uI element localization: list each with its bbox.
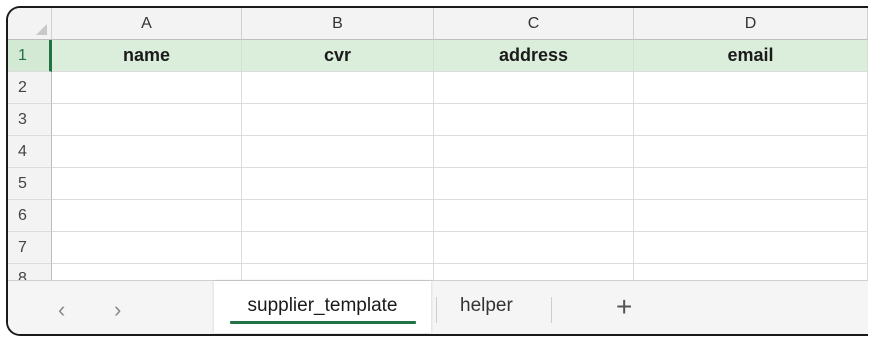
chevron-left-icon[interactable]: ‹	[58, 297, 65, 323]
cell-c1[interactable]: address	[434, 40, 634, 72]
table-row: 2	[8, 72, 868, 104]
column-header-row: A B C D	[8, 8, 868, 40]
row-header[interactable]: 5	[8, 168, 52, 200]
cell[interactable]	[52, 72, 242, 104]
select-all-icon	[36, 24, 47, 35]
cell[interactable]	[634, 264, 868, 280]
cell[interactable]	[242, 264, 434, 280]
cell[interactable]	[434, 104, 634, 136]
table-row: 3	[8, 104, 868, 136]
cell-d1[interactable]: email	[634, 40, 868, 72]
table-row: 4	[8, 136, 868, 168]
cell[interactable]	[242, 232, 434, 264]
row-header[interactable]: 6	[8, 200, 52, 232]
tab-separator	[436, 297, 437, 323]
select-all-corner[interactable]	[8, 8, 52, 40]
tab-supplier-template[interactable]: supplier_template	[214, 281, 431, 333]
row-header[interactable]: 8	[8, 264, 52, 280]
cell[interactable]	[52, 104, 242, 136]
spreadsheet-window: A B C D 1 name cvr address email 2 3 4 5…	[6, 6, 868, 336]
table-row: 5	[8, 168, 868, 200]
column-header-d[interactable]: D	[634, 8, 868, 40]
cell[interactable]	[634, 200, 868, 232]
cell[interactable]	[634, 232, 868, 264]
cell[interactable]	[434, 232, 634, 264]
cell[interactable]	[434, 168, 634, 200]
cell[interactable]	[242, 168, 434, 200]
row-header[interactable]: 1	[8, 40, 52, 72]
chevron-right-icon[interactable]: ›	[114, 297, 121, 323]
tab-separator	[551, 297, 552, 323]
cell[interactable]	[634, 136, 868, 168]
cell[interactable]	[52, 168, 242, 200]
tab-helper[interactable]: helper	[460, 295, 513, 317]
cell[interactable]	[434, 264, 634, 280]
cell[interactable]	[434, 72, 634, 104]
cell[interactable]	[242, 104, 434, 136]
cell[interactable]	[52, 264, 242, 280]
tab-label: supplier_template	[247, 294, 398, 316]
cell[interactable]	[634, 72, 868, 104]
cell[interactable]	[242, 200, 434, 232]
table-row: 8	[8, 264, 868, 280]
cell-a1[interactable]: name	[52, 40, 242, 72]
row-header[interactable]: 7	[8, 232, 52, 264]
add-sheet-icon[interactable]: +	[616, 291, 632, 323]
cell-b1[interactable]: cvr	[242, 40, 434, 72]
row-header[interactable]: 3	[8, 104, 52, 136]
cell[interactable]	[634, 104, 868, 136]
row-header[interactable]: 2	[8, 72, 52, 104]
cell[interactable]	[242, 136, 434, 168]
active-tab-underline	[229, 320, 416, 324]
sheet-grid: A B C D 1 name cvr address email 2 3 4 5…	[8, 8, 868, 280]
cell[interactable]	[52, 232, 242, 264]
cell[interactable]	[434, 136, 634, 168]
column-header-c[interactable]: C	[434, 8, 634, 40]
row-header[interactable]: 4	[8, 136, 52, 168]
table-row: 7	[8, 232, 868, 264]
sheet-tab-bar: ‹ › supplier_template helper +	[8, 280, 868, 334]
column-header-b[interactable]: B	[242, 8, 434, 40]
cell[interactable]	[52, 136, 242, 168]
column-header-a[interactable]: A	[52, 8, 242, 40]
cell[interactable]	[52, 200, 242, 232]
table-row: 1 name cvr address email	[8, 40, 868, 72]
table-row: 6	[8, 200, 868, 232]
cell[interactable]	[242, 72, 434, 104]
cell[interactable]	[434, 200, 634, 232]
cell[interactable]	[634, 168, 868, 200]
